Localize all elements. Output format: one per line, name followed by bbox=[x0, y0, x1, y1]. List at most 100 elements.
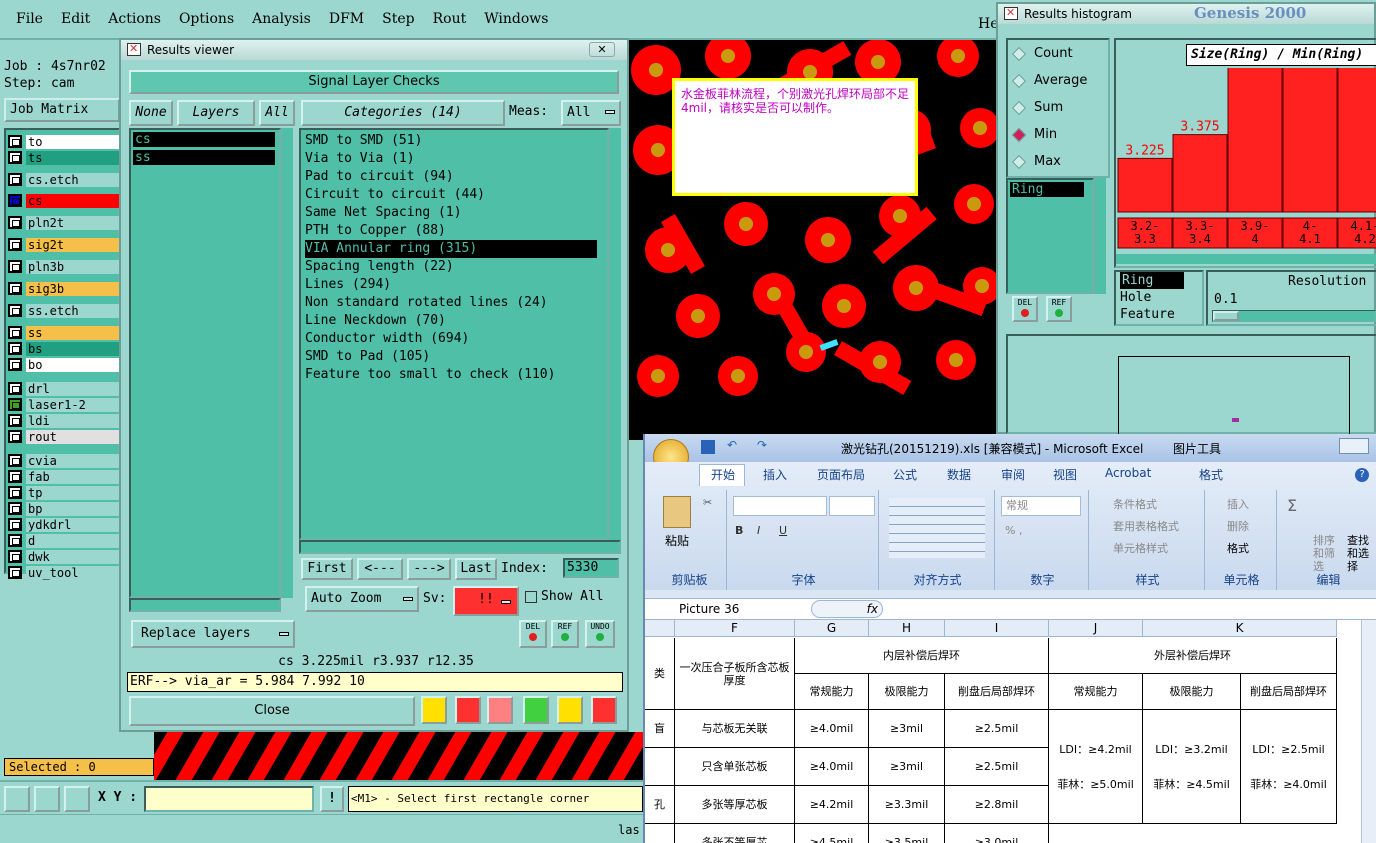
layer-checkbox[interactable] bbox=[8, 534, 22, 547]
tab-page-layout[interactable]: 页面布局 bbox=[817, 466, 865, 483]
layer-checkbox[interactable] bbox=[8, 430, 22, 443]
category-item[interactable]: Non standard rotated lines (24) bbox=[305, 294, 597, 312]
pcb-pad[interactable] bbox=[724, 202, 768, 246]
pcb-pad[interactable] bbox=[936, 340, 976, 380]
redo-icon[interactable]: ↷ bbox=[757, 438, 767, 452]
pcb-pad[interactable] bbox=[937, 40, 979, 77]
severity-dropdown[interactable]: !! bbox=[453, 586, 519, 616]
layer-row[interactable]: fab bbox=[8, 469, 120, 484]
table-cell[interactable]: 常规能力 bbox=[795, 674, 869, 710]
conditional-format-button[interactable]: 条件格式 bbox=[1113, 496, 1157, 512]
layer-row[interactable]: bs bbox=[8, 341, 120, 356]
alignment-icons[interactable] bbox=[889, 498, 985, 558]
column-header[interactable]: H bbox=[869, 620, 945, 637]
category-item[interactable]: Pad to circuit (94) bbox=[305, 168, 597, 186]
table-cell[interactable]: 极限能力 bbox=[869, 674, 945, 710]
table-cell[interactable]: 类 bbox=[645, 638, 675, 710]
aggregate-option-count[interactable]: Count bbox=[1011, 46, 1073, 61]
percent-icon[interactable]: % , bbox=[1005, 524, 1022, 537]
histogram-bar[interactable] bbox=[1172, 134, 1228, 213]
histogram-titlebar[interactable]: Results histogram Genesis 2000 bbox=[998, 4, 1374, 24]
italic-icon[interactable]: I bbox=[757, 524, 760, 537]
layer-checkbox[interactable] bbox=[8, 238, 22, 251]
histogram-hscroll[interactable] bbox=[1116, 254, 1376, 264]
layer-checkbox[interactable] bbox=[8, 282, 22, 295]
aggregate-option-min[interactable]: Min bbox=[1011, 127, 1057, 142]
layer-row[interactable]: bp bbox=[8, 501, 120, 516]
aggregate-option-average[interactable]: Average bbox=[1011, 73, 1087, 88]
layer-checkbox[interactable] bbox=[8, 398, 22, 411]
layer-checkbox[interactable] bbox=[8, 566, 22, 579]
column-header[interactable]: F bbox=[675, 620, 795, 637]
table-cell[interactable]: ≥3.5mil bbox=[869, 824, 945, 843]
column-header[interactable]: I bbox=[945, 620, 1049, 637]
pcb-pad[interactable] bbox=[786, 332, 826, 372]
histogram-ref-button[interactable]: REF bbox=[1046, 296, 1072, 322]
categories-scrollbar[interactable] bbox=[609, 128, 621, 540]
layer-checkbox[interactable] bbox=[8, 304, 22, 317]
category-item[interactable]: PTH to Copper (88) bbox=[305, 222, 597, 240]
tab-review[interactable]: 审阅 bbox=[1001, 466, 1025, 483]
step-icon[interactable] bbox=[523, 696, 549, 724]
fx-icon[interactable]: fx bbox=[811, 600, 883, 618]
index-input[interactable]: 5330 bbox=[563, 558, 619, 578]
excel-titlebar[interactable]: ↶ ↷ 激光钻孔(20151219).xls [兼容模式] - Microsof… bbox=[645, 434, 1376, 475]
xy-input[interactable] bbox=[144, 786, 314, 812]
table-cell[interactable] bbox=[645, 748, 675, 786]
report-icon[interactable] bbox=[557, 696, 583, 724]
layer-row[interactable]: ts bbox=[8, 150, 120, 165]
erase-icon[interactable] bbox=[487, 696, 513, 724]
layer-row[interactable]: bo bbox=[8, 357, 120, 372]
layer-checkbox[interactable] bbox=[8, 454, 22, 467]
minimize-icon[interactable] bbox=[1339, 438, 1369, 454]
category-item[interactable]: SMD to SMD (51) bbox=[305, 132, 597, 150]
measure-tool-icon[interactable] bbox=[34, 786, 60, 812]
aggregate-option-sum[interactable]: Sum bbox=[1011, 100, 1063, 115]
pcb-pad[interactable] bbox=[637, 355, 679, 397]
sort-filter-button[interactable]: 排序和筛选 bbox=[1313, 534, 1341, 573]
table-cell[interactable]: 盲 bbox=[645, 710, 675, 748]
layer-row[interactable]: laser1-2 bbox=[8, 397, 120, 412]
table-cell[interactable]: 孔 bbox=[645, 786, 675, 824]
table-cell[interactable]: ≥4.5mil bbox=[795, 824, 869, 843]
feature-list-scrollbar[interactable] bbox=[1094, 178, 1106, 294]
layer-checkbox[interactable] bbox=[8, 151, 22, 164]
pcb-pad[interactable] bbox=[963, 267, 1000, 305]
table-cell[interactable]: ≥2.5mil bbox=[945, 710, 1049, 748]
meas-dropdown[interactable]: All bbox=[561, 100, 621, 126]
layer-checkbox[interactable] bbox=[8, 342, 22, 355]
column-header[interactable]: K bbox=[1143, 620, 1337, 637]
table-cell[interactable]: 削盘后局部焊环 bbox=[945, 674, 1049, 710]
bold-icon[interactable]: B bbox=[735, 524, 743, 537]
table-format-button[interactable]: 套用表格格式 bbox=[1113, 518, 1179, 534]
format-cells-button[interactable]: 格式 bbox=[1227, 540, 1249, 556]
vertical-scrollbar[interactable] bbox=[1361, 620, 1376, 843]
histogram-bar[interactable] bbox=[1337, 68, 1376, 213]
pcb-pad[interactable] bbox=[960, 108, 1000, 148]
table-cell[interactable]: 外层补偿后焊环 bbox=[1049, 638, 1337, 674]
cell-style-button[interactable]: 单元格样式 bbox=[1113, 540, 1168, 556]
grid-tool-icon[interactable] bbox=[64, 786, 90, 812]
table-cell[interactable]: ≥4.2mil bbox=[795, 786, 869, 824]
table-cell[interactable]: ≥3.0mil bbox=[945, 824, 1049, 843]
layers-button[interactable]: Layers bbox=[177, 100, 255, 126]
alert-icon[interactable]: ! bbox=[320, 786, 344, 812]
histogram-del-button[interactable]: DEL bbox=[1012, 296, 1038, 322]
job-matrix-button[interactable]: Job Matrix ... bbox=[4, 98, 120, 137]
layer-result-item[interactable]: cs bbox=[133, 132, 275, 147]
category-item[interactable]: Line Neckdown (70) bbox=[305, 312, 597, 330]
tab-insert[interactable]: 插入 bbox=[763, 466, 787, 483]
table-cell[interactable]: 与芯板无关联 bbox=[675, 710, 795, 748]
layer-row[interactable]: uv_tool bbox=[8, 565, 120, 580]
layer-row[interactable]: cs.etch bbox=[8, 172, 120, 187]
tab-data[interactable]: 数据 bbox=[947, 466, 971, 483]
underline-icon[interactable]: U bbox=[779, 524, 787, 537]
table-cell[interactable]: 内层补偿后焊环 bbox=[795, 638, 1049, 674]
pcb-canvas-bottom[interactable] bbox=[154, 732, 644, 780]
auto-zoom-dropdown[interactable]: Auto Zoom bbox=[305, 586, 419, 612]
layer-row[interactable]: drl bbox=[8, 381, 120, 396]
category-item[interactable]: Conductor width (694) bbox=[305, 330, 597, 348]
feature-list-item[interactable]: Ring bbox=[1010, 182, 1084, 197]
results-viewer-titlebar[interactable]: Results viewer ✕ bbox=[121, 40, 627, 60]
tab-view[interactable]: 视图 bbox=[1053, 466, 1077, 483]
